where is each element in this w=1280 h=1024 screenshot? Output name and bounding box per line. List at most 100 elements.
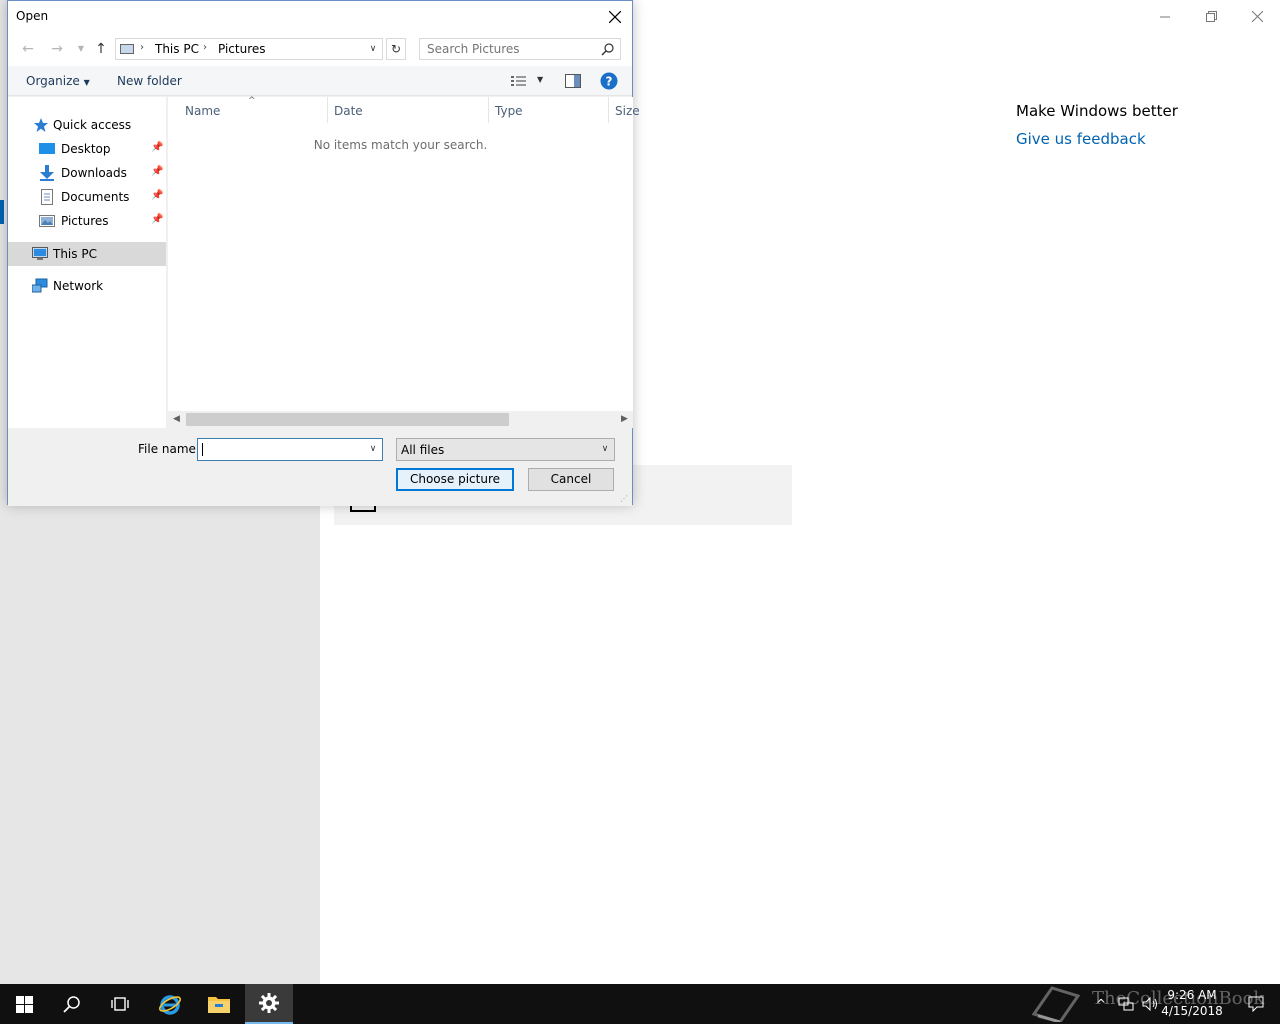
file-name-dropdown-button[interactable]: ∨ bbox=[364, 439, 382, 460]
nav-label: This PC bbox=[53, 247, 97, 261]
file-name-combobox[interactable]: ∨ bbox=[197, 438, 383, 461]
breadcrumb-separator: › bbox=[203, 42, 207, 53]
start-button[interactable] bbox=[0, 984, 48, 1024]
command-bar: Organize ▼ New folder ▼ ? bbox=[8, 66, 632, 96]
restore-button[interactable] bbox=[1188, 0, 1234, 32]
up-button[interactable]: ↑ bbox=[91, 40, 111, 58]
chevron-up-icon: ^ bbox=[1096, 997, 1107, 1011]
pictures-icon bbox=[39, 215, 55, 227]
taskbar-internet-explorer[interactable] bbox=[146, 984, 194, 1024]
dialog-title: Open bbox=[16, 9, 49, 23]
nav-label: Quick access bbox=[53, 118, 132, 132]
organize-label: Organize bbox=[26, 74, 80, 88]
column-header-type[interactable]: Type bbox=[489, 97, 609, 123]
nav-network[interactable]: Network bbox=[8, 274, 166, 298]
sort-ascending-icon: ^ bbox=[248, 96, 256, 106]
clock[interactable]: 9:26 AM 4/15/2018 bbox=[1152, 987, 1232, 1019]
settings-window-controls bbox=[1142, 0, 1280, 32]
column-header-size[interactable]: Size bbox=[609, 97, 640, 123]
nav-documents[interactable]: Documents 📌 bbox=[8, 185, 166, 209]
notification-icon bbox=[1248, 996, 1264, 1012]
choose-picture-button[interactable]: Choose picture bbox=[396, 468, 514, 491]
scrollbar-thumb[interactable] bbox=[186, 413, 509, 426]
dialog-titlebar: Open bbox=[8, 1, 632, 32]
column-label: Size bbox=[615, 104, 640, 118]
pin-icon: 📌 bbox=[151, 214, 164, 225]
resize-grip-icon[interactable]: ⋰ bbox=[620, 494, 630, 504]
task-view-icon bbox=[111, 997, 129, 1011]
gear-icon bbox=[259, 993, 279, 1013]
taskbar-file-explorer[interactable] bbox=[195, 984, 243, 1024]
new-folder-button[interactable]: New folder bbox=[117, 74, 182, 88]
folder-icon bbox=[208, 997, 230, 1013]
task-view-button[interactable] bbox=[96, 984, 144, 1024]
view-options-icon[interactable] bbox=[511, 75, 527, 87]
file-type-select[interactable]: All files ∨ bbox=[396, 438, 615, 461]
column-header-name[interactable]: Name ^ bbox=[168, 96, 328, 123]
settings-close-button[interactable] bbox=[1234, 0, 1280, 32]
minimize-button[interactable] bbox=[1142, 0, 1188, 32]
nav-pictures[interactable]: Pictures 📌 bbox=[8, 209, 166, 233]
recent-locations-button[interactable]: ▼ bbox=[71, 40, 91, 58]
horizontal-scrollbar[interactable]: ◀ ▶ bbox=[168, 411, 633, 428]
network-status-icon[interactable] bbox=[1118, 997, 1134, 1011]
file-name-label: File name: bbox=[138, 442, 200, 456]
taskbar-settings[interactable] bbox=[245, 984, 293, 1024]
download-icon bbox=[40, 165, 54, 181]
scroll-right-button[interactable]: ▶ bbox=[616, 411, 633, 428]
pin-icon: 📌 bbox=[151, 166, 164, 177]
taskbar-search-button[interactable] bbox=[48, 984, 96, 1024]
file-list: Name ^ Date Type Size No items match you… bbox=[168, 96, 640, 428]
arrow-right-icon: → bbox=[51, 41, 63, 57]
action-center-button[interactable] bbox=[1232, 984, 1280, 1024]
address-bar[interactable]: › This PC › Pictures ∨ bbox=[115, 38, 383, 60]
pictures-folder-icon bbox=[120, 44, 134, 54]
taskbar: TheCollectionBook ^ 9:26 AM 4/15/2018 bbox=[0, 984, 1280, 1024]
forward-button[interactable]: → bbox=[47, 40, 67, 58]
view-dropdown-button[interactable]: ▼ bbox=[537, 75, 543, 84]
scroll-left-button[interactable]: ◀ bbox=[168, 411, 185, 428]
nav-desktop[interactable]: Desktop 📌 bbox=[8, 137, 166, 161]
computer-icon bbox=[32, 247, 48, 260]
close-icon bbox=[609, 10, 621, 23]
address-dropdown-button[interactable]: ∨ bbox=[364, 39, 382, 59]
file-type-value: All files bbox=[401, 443, 445, 457]
breadcrumb-this-pc[interactable]: This PC bbox=[155, 42, 199, 56]
open-dialog: Open ← → ▼ ↑ › This PC › Pictures ∨ ↻ Or… bbox=[7, 0, 640, 506]
dialog-close-button[interactable] bbox=[598, 1, 632, 32]
file-name-input[interactable] bbox=[198, 439, 364, 460]
column-label: Type bbox=[495, 104, 523, 118]
preview-pane-icon[interactable] bbox=[565, 74, 581, 88]
chevron-down-icon: ▼ bbox=[83, 78, 90, 87]
desktop-icon bbox=[39, 143, 55, 154]
text-cursor bbox=[202, 443, 203, 456]
help-icon[interactable]: ? bbox=[600, 72, 618, 90]
cancel-button[interactable]: Cancel bbox=[528, 468, 614, 491]
settings-selected-indicator bbox=[0, 200, 4, 224]
back-button[interactable]: ← bbox=[18, 40, 38, 58]
column-header-date[interactable]: Date bbox=[328, 97, 489, 123]
chevron-down-icon: ∨ bbox=[369, 44, 377, 54]
give-feedback-link[interactable]: Give us feedback bbox=[1016, 130, 1146, 148]
svg-text:?: ? bbox=[606, 75, 613, 89]
breadcrumb-pictures[interactable]: Pictures bbox=[218, 42, 266, 56]
nav-downloads[interactable]: Downloads 📌 bbox=[8, 161, 166, 185]
internet-explorer-icon bbox=[158, 995, 182, 1015]
search-box[interactable] bbox=[419, 38, 621, 60]
nav-this-pc[interactable]: This PC bbox=[8, 242, 166, 266]
file-type-dropdown-button[interactable]: ∨ bbox=[596, 439, 614, 460]
search-input[interactable] bbox=[420, 39, 596, 59]
column-label: Date bbox=[334, 104, 363, 118]
chevron-right-icon: ▶ bbox=[621, 414, 628, 424]
organize-button[interactable]: Organize ▼ bbox=[26, 74, 90, 88]
refresh-button[interactable]: ↻ bbox=[386, 38, 406, 60]
search-icon bbox=[63, 996, 80, 1013]
nav-label: Desktop bbox=[61, 142, 111, 156]
document-icon bbox=[41, 189, 53, 205]
show-hidden-icons-button[interactable]: ^ bbox=[1096, 997, 1106, 1011]
arrow-up-icon: ↑ bbox=[95, 41, 107, 57]
chevron-down-icon: ▼ bbox=[537, 75, 544, 84]
nav-label: Downloads bbox=[61, 166, 127, 180]
nav-quick-access[interactable]: Quick access bbox=[8, 113, 166, 137]
pin-icon: 📌 bbox=[151, 190, 164, 201]
